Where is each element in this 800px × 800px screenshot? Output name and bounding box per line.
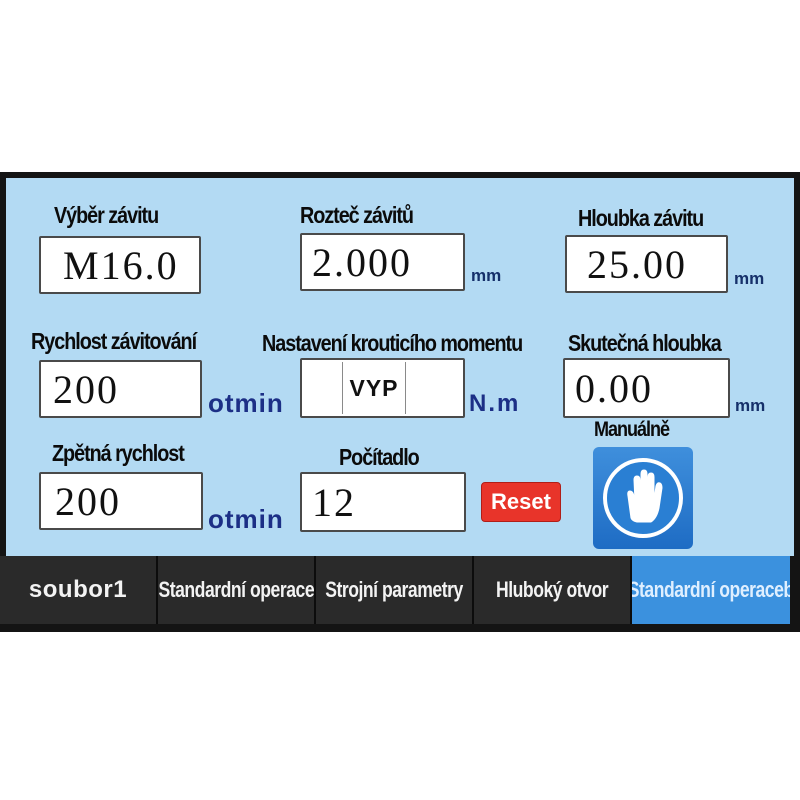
actual-depth-field[interactable]: 0.00: [563, 358, 730, 418]
hmi-screen: Výběr závitu M16.0 Rozteč závitů 2.000 m…: [0, 172, 800, 632]
thread-pitch-label: Rozteč závitů: [300, 202, 414, 228]
thread-depth-label: Hloubka závitu: [578, 205, 704, 231]
manual-button[interactable]: [593, 447, 693, 549]
manual-label: Manuálně: [594, 418, 670, 441]
actual-depth-label: Skutečná hloubka: [568, 330, 722, 356]
main-panel: Výběr závitu M16.0 Rozteč závitů 2.000 m…: [6, 178, 794, 556]
thread-selection-field[interactable]: M16.0: [39, 236, 201, 294]
return-speed-unit: otmin: [208, 504, 284, 534]
thread-depth-unit: mm: [734, 269, 765, 288]
hand-stop-icon: [603, 458, 683, 538]
torque-unit: N.m: [469, 390, 521, 417]
reset-button[interactable]: Reset: [481, 482, 561, 522]
return-speed-label: Zpětná rychlost: [52, 440, 185, 466]
counter-label: Počítadlo: [339, 444, 420, 470]
tab-soubor1[interactable]: soubor1: [0, 556, 158, 624]
actual-depth-unit: mm: [735, 396, 766, 415]
thread-selection-label: Výběr závitu: [54, 202, 159, 228]
thread-depth-field[interactable]: 25.00: [565, 235, 728, 293]
torque-setting-field[interactable]: VYP: [300, 358, 465, 418]
counter-field[interactable]: 12: [300, 472, 466, 532]
tapping-speed-field[interactable]: 200: [39, 360, 202, 418]
thread-pitch-unit: mm: [471, 266, 502, 285]
torque-value[interactable]: VYP: [342, 362, 406, 414]
thread-pitch-field[interactable]: 2.000: [300, 233, 465, 291]
tab-standard-operation[interactable]: Standardní operace: [158, 556, 316, 624]
torque-setting-label: Nastavení krouticího momentu: [262, 330, 523, 356]
bottom-tab-bar: soubor1 Standardní operace Strojní param…: [0, 556, 800, 628]
return-speed-field[interactable]: 200: [39, 472, 203, 530]
tab-machine-parameters[interactable]: Strojní parametry: [316, 556, 474, 624]
tapping-speed-unit: otmin: [208, 388, 284, 418]
tapping-speed-label: Rychlost závitování: [31, 328, 197, 354]
tab-deep-hole[interactable]: Hluboký otvor: [474, 556, 632, 624]
tab-standard-operation-b[interactable]: Standardní operaceb: [632, 556, 790, 624]
